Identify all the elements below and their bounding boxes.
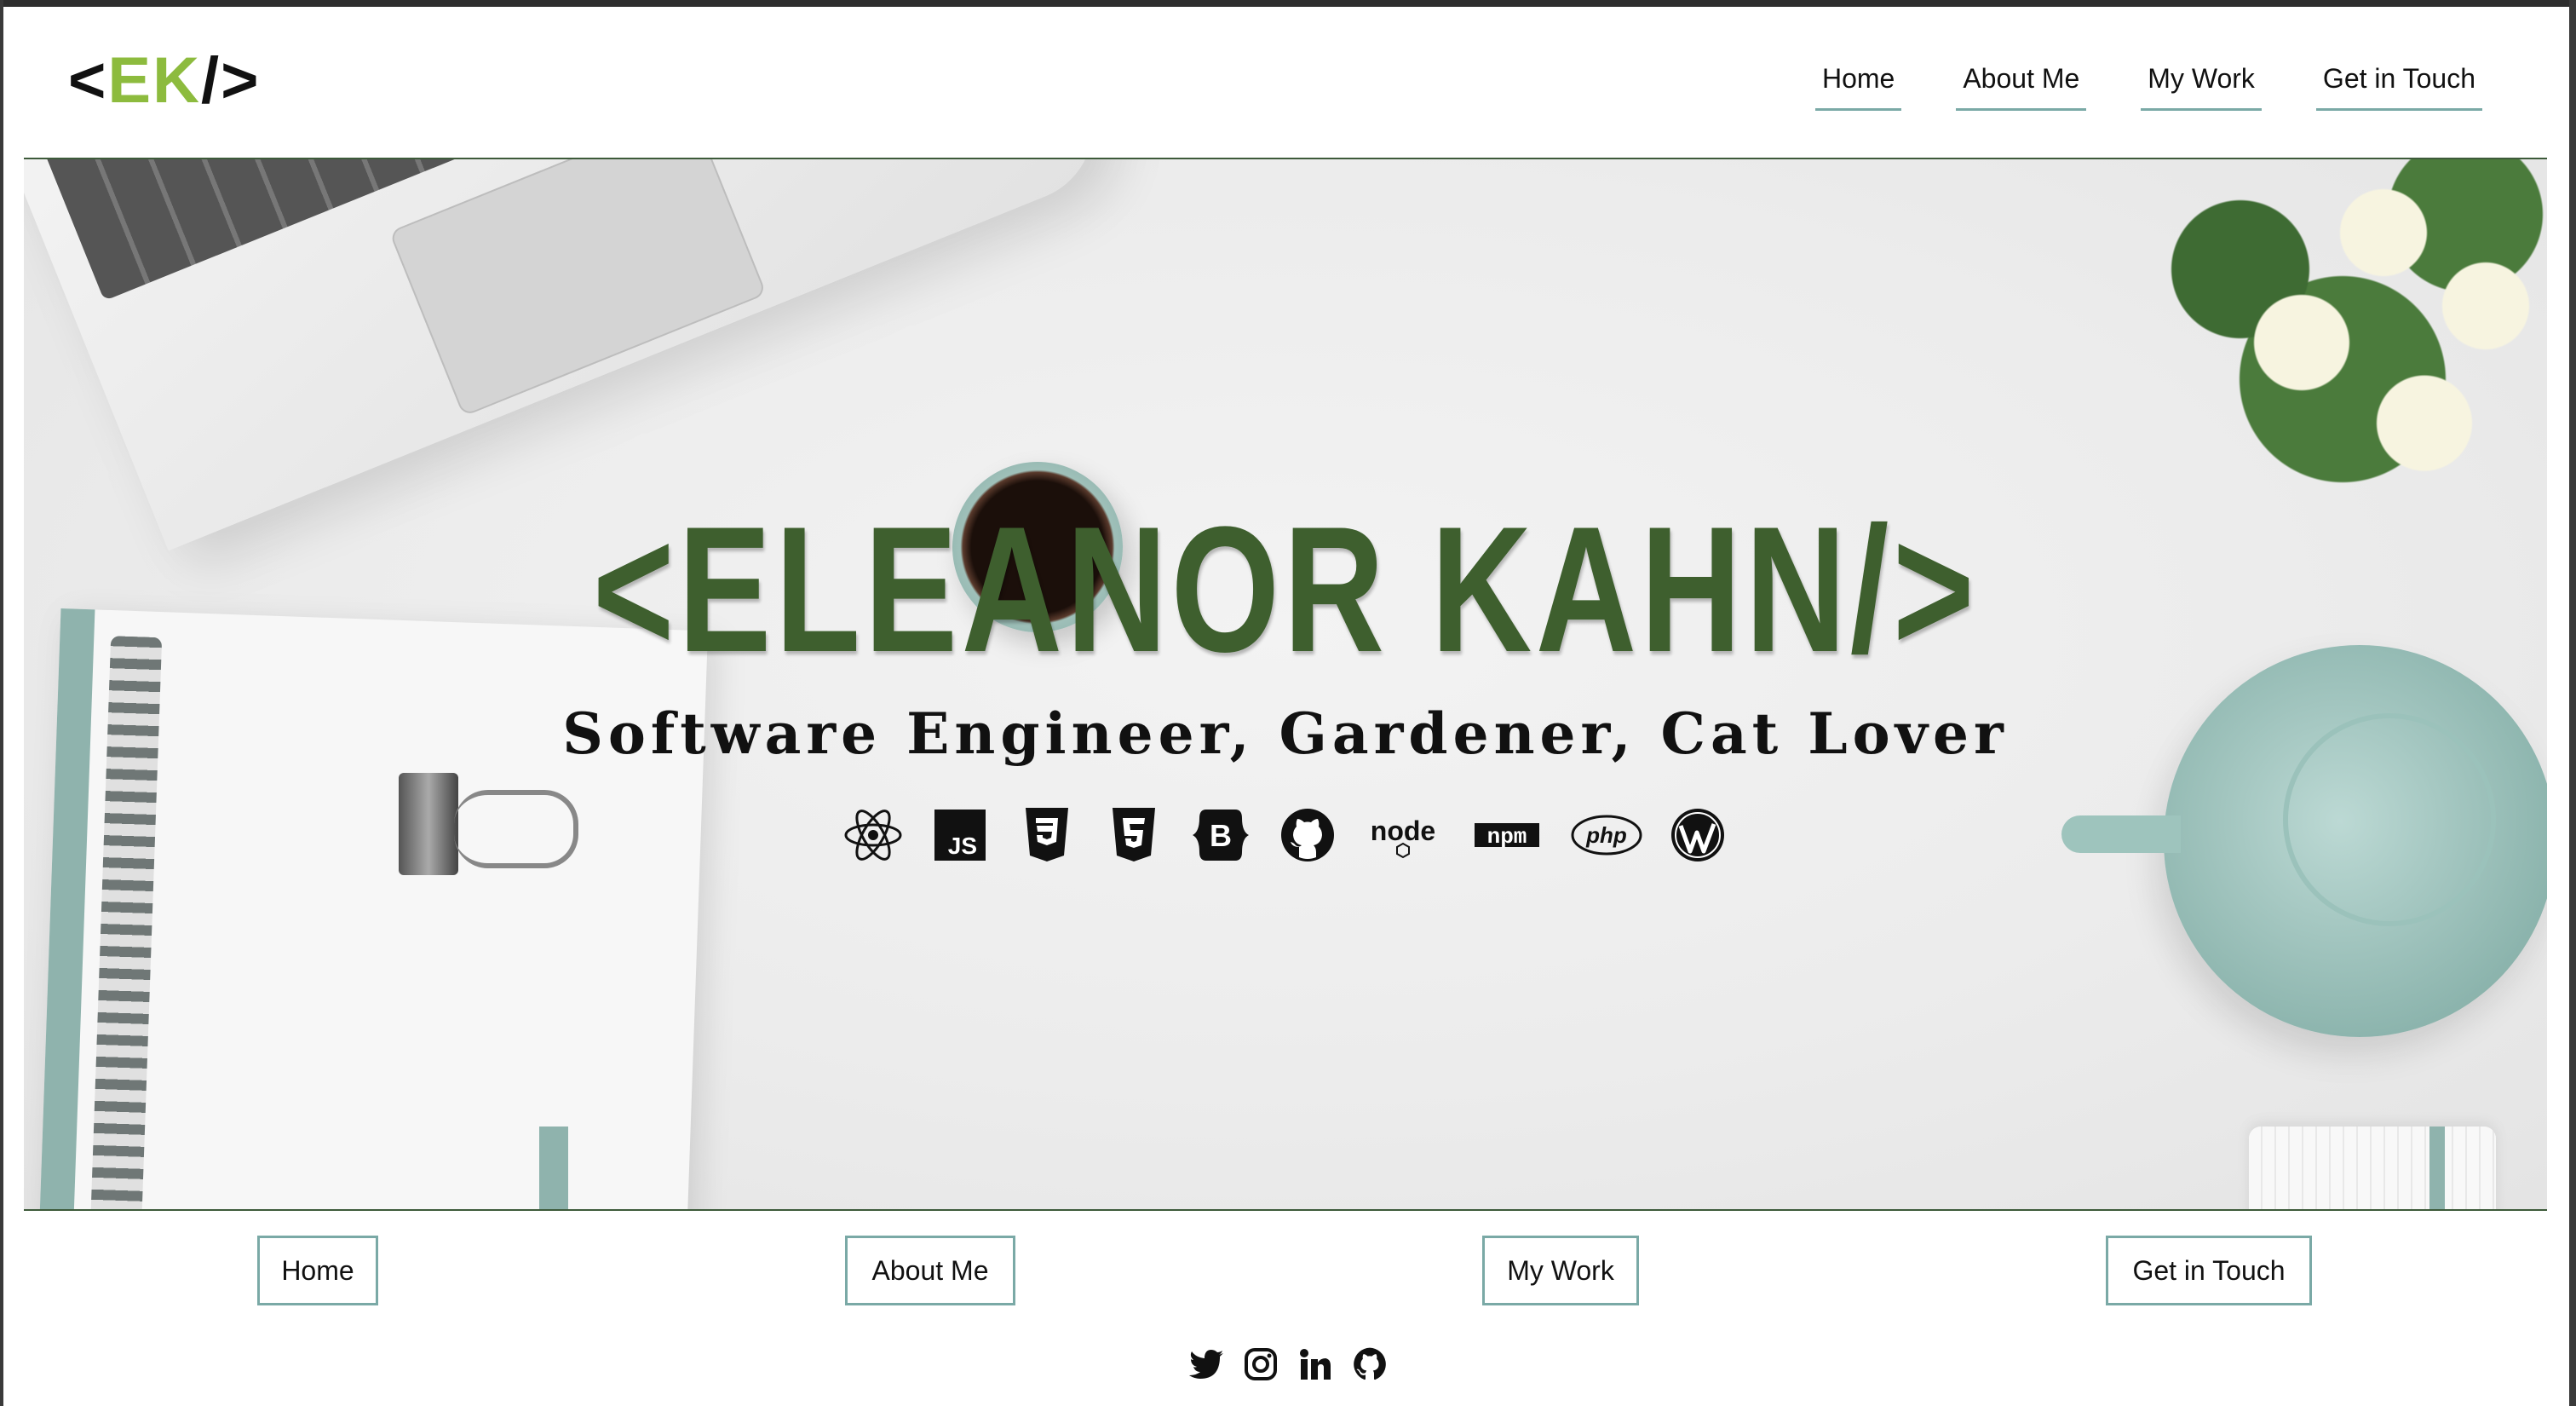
nodejs-icon-label: node <box>1371 815 1435 846</box>
react-icon <box>841 803 906 867</box>
window-right-border <box>2569 0 2576 1406</box>
php-icon: php <box>1570 803 1643 867</box>
hero-banner: <ELEANOR KAHN/> Software Engineer, Garde… <box>24 158 2547 1211</box>
github-icon <box>1275 803 1340 867</box>
footer-nav: Home About Me My Work Get in Touch <box>0 1236 2576 1311</box>
nav-link-home[interactable]: Home <box>1814 60 1902 111</box>
github-icon[interactable] <box>1352 1346 1388 1382</box>
hero-title: <ELEANOR KAHN/> <box>592 489 1979 689</box>
twitter-icon[interactable] <box>1188 1346 1224 1382</box>
notebook-bookmark <box>539 1127 568 1209</box>
footer-button-home[interactable]: Home <box>257 1236 378 1305</box>
footer-button-about-me[interactable]: About Me <box>845 1236 1015 1305</box>
css3-icon <box>1015 803 1079 867</box>
nav-link-get-in-touch[interactable]: Get in Touch <box>2315 60 2482 111</box>
javascript-icon: JS <box>928 803 992 867</box>
wordpress-icon <box>1665 803 1730 867</box>
bootstrap-icon: B <box>1188 803 1253 867</box>
javascript-icon-label: JS <box>948 833 977 859</box>
npm-icon: npm <box>1466 803 1548 867</box>
npm-icon-label: npm <box>1487 824 1527 850</box>
logo-close-bracket: /> <box>200 44 261 117</box>
social-links <box>0 1346 2576 1382</box>
php-icon-label: php <box>1585 822 1627 848</box>
top-nav: Home About Me My Work Get in Touch <box>1761 60 2482 111</box>
nodejs-icon: node <box>1362 803 1444 867</box>
nav-link-about-me[interactable]: About Me <box>1956 60 2087 111</box>
site-logo[interactable]: <EK/> <box>68 43 260 119</box>
nav-link-my-work[interactable]: My Work <box>2141 60 2262 111</box>
trackpad-illustration <box>388 159 768 418</box>
logo-open-bracket: < <box>68 44 108 117</box>
linkedin-icon[interactable] <box>1297 1346 1333 1382</box>
window-top-border <box>0 0 2576 7</box>
instagram-icon[interactable] <box>1243 1346 1279 1382</box>
notecard-band <box>2429 1127 2445 1209</box>
footer-button-my-work[interactable]: My Work <box>1482 1236 1639 1305</box>
tech-icon-row: JS B node npm php <box>24 803 2547 867</box>
bootstrap-icon-label: B <box>1210 818 1232 853</box>
flowers-illustration <box>2138 159 2547 526</box>
html5-icon <box>1101 803 1166 867</box>
footer-button-get-in-touch[interactable]: Get in Touch <box>2106 1236 2312 1305</box>
hero-subtitle: Software Engineer, Gardener, Cat Lover <box>562 700 2009 767</box>
logo-initials: EK <box>107 44 201 117</box>
notecard-illustration <box>2249 1127 2496 1209</box>
window-left-border <box>0 0 3 1406</box>
